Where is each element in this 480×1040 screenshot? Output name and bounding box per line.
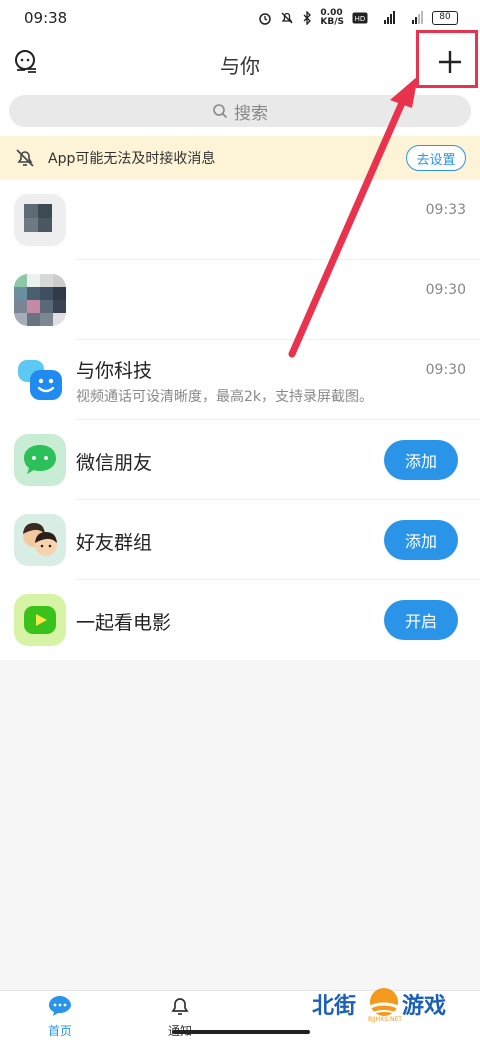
enable-watch-movie-button[interactable]: 开启	[384, 600, 458, 640]
status-time: 09:38	[24, 9, 68, 27]
bell-icon	[171, 998, 189, 1015]
chat-bubble-icon	[49, 996, 71, 1016]
mute-icon	[281, 12, 293, 24]
list-item[interactable]: 09:30	[0, 260, 480, 340]
watermark-text-left: 北街	[312, 994, 357, 1019]
page-title: 与你	[220, 54, 260, 78]
nav-home[interactable]: 首页	[30, 995, 90, 1039]
list-item-title: 微信朋友	[76, 452, 153, 474]
search-bar: 搜索	[0, 88, 480, 136]
conversation-list: 09:33 09:30 与你科技 视频通话可设清晰度，最高2k，支持录屏截图。 …	[0, 180, 480, 660]
list-item-wechat-friends: 微信朋友 添加	[0, 420, 480, 500]
search-input[interactable]: 搜索	[9, 95, 471, 127]
signal-4g-icon	[384, 11, 395, 24]
alarm-icon	[259, 13, 272, 25]
group-icon	[14, 514, 66, 566]
notice-text: App可能无法及时接收消息	[48, 151, 216, 167]
avatar	[14, 194, 66, 246]
list-item-title: 好友群组	[76, 532, 153, 554]
svg-text:HD: HD	[355, 15, 366, 23]
bluetooth-icon	[303, 11, 312, 25]
hd-icon: HD	[352, 12, 368, 24]
go-settings-button[interactable]: 去设置	[406, 145, 466, 171]
add-wechat-friends-button[interactable]: 添加	[384, 440, 458, 480]
search-icon	[213, 104, 228, 119]
add-icon[interactable]	[430, 42, 470, 82]
watermark-text-right: 游戏	[402, 994, 447, 1019]
notification-banner: App可能无法及时接收消息 去设置	[0, 136, 480, 180]
list-item-title: 与你科技	[76, 360, 153, 382]
watermark-url: BJJHXS.NET	[368, 1016, 402, 1023]
list-item-time: 09:30	[425, 362, 466, 378]
list-item-watch-movie: 一起看电影 开启	[0, 580, 480, 660]
list-item-time: 09:33	[425, 202, 466, 218]
home-indicator	[172, 1030, 310, 1034]
status-bar: 09:38 0.00 KB/S HD 80	[0, 0, 480, 36]
nav-home-label: 首页	[47, 1024, 72, 1038]
avatar	[14, 274, 66, 326]
network-speed: 0.00 KB/S	[320, 8, 344, 27]
list-item-time: 09:30	[425, 282, 466, 298]
battery-icon: 80	[432, 11, 458, 25]
list-item[interactable]: 与你科技 视频通话可设清晰度，最高2k，支持录屏截图。 09:30	[0, 340, 480, 420]
search-placeholder: 搜索	[234, 103, 268, 124]
header: 与你	[0, 36, 480, 88]
app-logo	[14, 354, 66, 406]
movie-icon	[14, 594, 66, 646]
list-item-friend-groups: 好友群组 添加	[0, 500, 480, 580]
add-friend-groups-button[interactable]: 添加	[384, 520, 458, 560]
watermark-logo: 北街 游戏 BJJHXS.NET	[312, 984, 472, 1028]
status-icons: 0.00 KB/S HD 80	[258, 9, 458, 27]
list-item-subtitle: 视频通话可设清晰度，最高2k，支持录屏截图。	[76, 389, 374, 405]
signal-4g-icon-2	[412, 11, 423, 24]
list-item-title: 一起看电影	[76, 612, 172, 634]
list-item[interactable]: 09:33	[0, 180, 480, 260]
wechat-icon	[14, 434, 66, 486]
notification-off-icon	[16, 149, 34, 167]
